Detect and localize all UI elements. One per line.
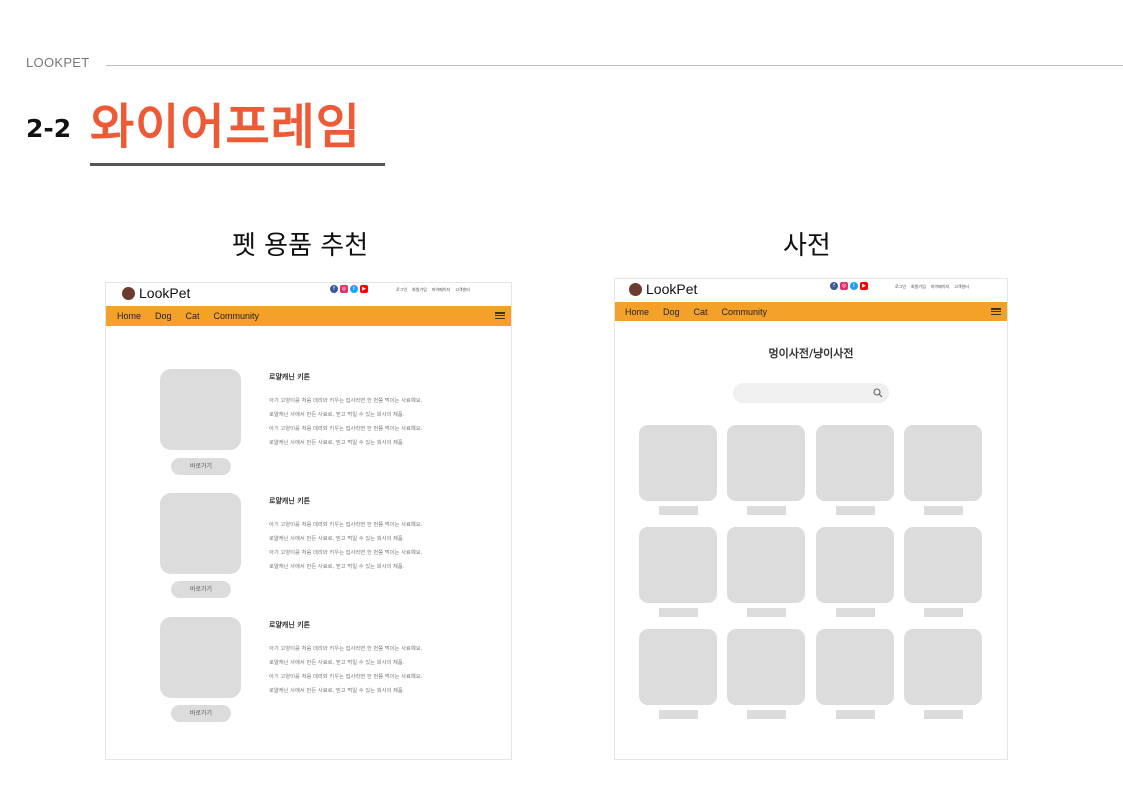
nav-dog[interactable]: Dog [155, 311, 172, 321]
nav-bar: Home Dog Cat Community [615, 302, 1007, 321]
right-panel-caption: 사전 [783, 231, 831, 261]
dictionary-card-image[interactable] [903, 629, 982, 705]
dictionary-card-label [835, 710, 875, 719]
logo-text: LookPet [646, 281, 698, 297]
search-input[interactable] [733, 383, 889, 403]
product-image [160, 369, 241, 450]
dictionary-card-image[interactable] [727, 527, 806, 603]
nav-cat[interactable]: Cat [694, 307, 708, 317]
dictionary-card-label [923, 710, 963, 719]
product-image [160, 617, 241, 698]
logo-mark-icon [122, 286, 135, 300]
search-icon[interactable] [873, 388, 883, 398]
hamburger-menu-icon[interactable] [495, 312, 505, 319]
dictionary-card-image[interactable] [903, 527, 982, 603]
nav-community[interactable]: Community [214, 311, 260, 321]
dictionary-card-image[interactable] [815, 425, 894, 501]
product-title: 로얄캐닌 키튼 [269, 621, 311, 629]
dictionary-card-image[interactable] [815, 629, 894, 705]
customer-center-link[interactable]: 고객센터 [455, 287, 470, 293]
product-description: 아기 고양이를 처음 데려와 키우는 집사라면 한 번쯤 먹이는 사료예요. 로… [269, 398, 423, 446]
twitter-icon[interactable]: t [350, 285, 358, 293]
nav-cat[interactable]: Cat [186, 311, 200, 321]
dictionary-card-image[interactable] [727, 425, 806, 501]
header-divider [106, 65, 1123, 66]
signup-link[interactable]: 회원가입 [911, 284, 926, 290]
logo-text: LookPet [139, 285, 191, 301]
mypage-link[interactable]: 마이페이지 [432, 287, 450, 293]
dictionary-card-label [747, 710, 787, 719]
dictionary-card-label [747, 608, 787, 617]
facebook-icon[interactable]: f [330, 285, 338, 293]
facebook-icon[interactable]: f [830, 282, 838, 290]
nav-dog[interactable]: Dog [663, 307, 680, 317]
go-to-product-button[interactable]: 바로가기 [171, 458, 231, 475]
dictionary-card-label [747, 506, 787, 515]
nav-home[interactable]: Home [625, 307, 649, 317]
section-number: 2-2 [26, 114, 72, 143]
dictionary-card-label [835, 506, 875, 515]
nav-community[interactable]: Community [722, 307, 768, 317]
go-to-product-button[interactable]: 바로가기 [171, 705, 231, 722]
nav-home[interactable]: Home [117, 311, 141, 321]
go-to-product-button[interactable]: 바로가기 [171, 581, 231, 598]
top-links: 로그인 회원가입 마이페이지 고객센터 [396, 287, 470, 293]
dictionary-card-label [923, 506, 963, 515]
twitter-icon[interactable]: t [850, 282, 858, 290]
top-links: 로그인 회원가입 마이페이지 고객센터 [895, 284, 969, 290]
section-title-underline [90, 163, 385, 166]
mypage-link[interactable]: 마이페이지 [931, 284, 949, 290]
instagram-icon[interactable]: ◎ [340, 285, 348, 293]
dictionary-wireframe: LookPet f ◎ t ▶ 로그인 회원가입 마이페이지 고객센터 Home… [614, 278, 1008, 760]
signup-link[interactable]: 회원가입 [412, 287, 427, 293]
login-link[interactable]: 로그인 [396, 287, 407, 293]
section-title: 와이어프레임 [90, 99, 361, 155]
social-links: f ◎ t ▶ [330, 285, 368, 293]
login-link[interactable]: 로그인 [895, 284, 906, 290]
dictionary-card-image[interactable] [815, 527, 894, 603]
dictionary-card-image[interactable] [639, 527, 717, 603]
dictionary-card-label [923, 608, 963, 617]
logo-mark-icon [629, 282, 642, 296]
logo[interactable]: LookPet [122, 285, 190, 301]
product-description: 아기 고양이를 처음 데려와 키우는 집사라면 한 번쯤 먹이는 사료예요. 로… [269, 522, 423, 570]
left-panel-caption: 펫 용품 추천 [232, 231, 369, 261]
customer-center-link[interactable]: 고객센터 [954, 284, 969, 290]
dictionary-title: 멍이사전/냥이사전 [768, 347, 854, 360]
dictionary-card-image[interactable] [727, 629, 806, 705]
dictionary-card-image[interactable] [639, 629, 717, 705]
product-title: 로얄캐닌 키튼 [269, 373, 311, 381]
social-links: f ◎ t ▶ [830, 282, 868, 290]
youtube-icon[interactable]: ▶ [360, 285, 368, 293]
dictionary-card-label [835, 608, 875, 617]
dictionary-card-image[interactable] [903, 425, 982, 501]
product-image [160, 493, 241, 574]
product-recommendation-wireframe: LookPet f ◎ t ▶ 로그인 회원가입 마이페이지 고객센터 Home… [105, 282, 512, 760]
dictionary-card-label [659, 710, 698, 719]
brand-label: LOOKPET [26, 55, 90, 70]
product-description: 아기 고양이를 처음 데려와 키우는 집사라면 한 번쯤 먹이는 사료예요. 로… [269, 646, 423, 694]
product-title: 로얄캐닌 키튼 [269, 497, 311, 505]
dictionary-card-label [659, 608, 698, 617]
youtube-icon[interactable]: ▶ [860, 282, 868, 290]
logo[interactable]: LookPet [629, 281, 697, 297]
dictionary-card-image[interactable] [639, 425, 717, 501]
hamburger-menu-icon[interactable] [991, 308, 1001, 315]
dictionary-card-label [659, 506, 698, 515]
instagram-icon[interactable]: ◎ [840, 282, 848, 290]
nav-bar: Home Dog Cat Community [106, 306, 511, 326]
